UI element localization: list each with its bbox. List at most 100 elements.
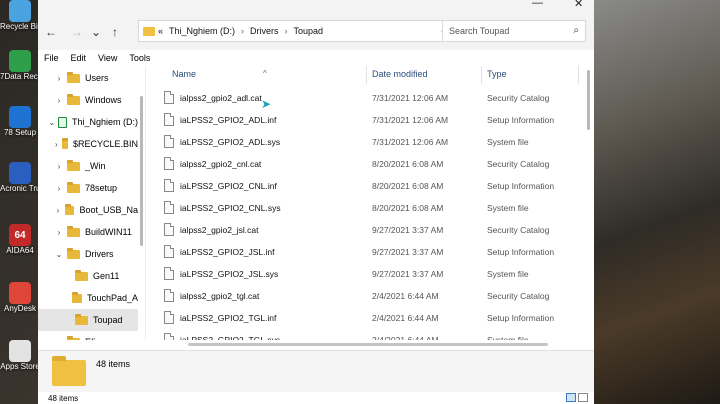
sidebar-item[interactable]: TouchPad_A bbox=[38, 287, 138, 309]
up-button[interactable]: ↑ bbox=[104, 25, 126, 39]
back-button[interactable]: ← bbox=[40, 25, 62, 39]
desktop-icon-label: Acronic True Image 20 bbox=[0, 184, 40, 193]
title-bar: — ✕ bbox=[38, 0, 594, 14]
table-row[interactable]: iaLPSS2_GPIO2_CNL.inf 8/20/2021 6:08 AM Se… bbox=[148, 175, 584, 197]
file-date-modified: 7/31/2021 12:06 AM bbox=[372, 115, 449, 125]
folder-icon bbox=[75, 313, 88, 325]
column-type[interactable]: Type bbox=[487, 69, 507, 79]
table-row[interactable]: iaLPSS2_GPIO2_JSL.sys 9/27/2021 3:37 AM Sy… bbox=[148, 263, 584, 285]
sidebar-item[interactable]: ⌄ Drivers bbox=[38, 243, 138, 265]
chevron-right-icon[interactable]: › bbox=[54, 74, 64, 83]
sidebar-item[interactable]: Toupad bbox=[38, 309, 138, 331]
file-date-modified: 9/27/2021 3:37 AM bbox=[372, 247, 444, 257]
folder-icon bbox=[75, 269, 88, 281]
folder-icon bbox=[67, 71, 80, 83]
sidebar-item[interactable]: › 78setup bbox=[38, 177, 138, 199]
sidebar-item[interactable]: ⌄ Thi_Nghiem (D:) bbox=[38, 111, 138, 133]
sidebar-item-label: Efi bbox=[85, 337, 96, 340]
file-explorer-window: — ✕ ← → ⌄ ↑ « Thi_Nghiem (D:) › Drivers … bbox=[38, 0, 594, 404]
chevron-down-icon[interactable]: ⌄ bbox=[48, 118, 55, 127]
table-row[interactable]: iaLPSS2_GPIO2_ADL.sys 7/31/2021 12:06 AM S… bbox=[148, 131, 584, 153]
column-date-modified[interactable]: Date modified bbox=[372, 69, 428, 79]
sidebar-item[interactable]: Gen11 bbox=[38, 265, 138, 287]
file-type: System file bbox=[487, 203, 529, 213]
sidebar-item[interactable]: › Users bbox=[38, 67, 138, 89]
search-input[interactable]: Search Toupad ⌕ bbox=[442, 20, 586, 42]
sidebar-item[interactable]: › _Win bbox=[38, 155, 138, 177]
anydesk-icon bbox=[9, 282, 31, 304]
minimize-button[interactable]: — bbox=[532, 0, 543, 9]
navigation-pane-scrollbar[interactable] bbox=[138, 66, 146, 340]
file-type: Security Catalog bbox=[487, 93, 550, 103]
search-placeholder: Search Toupad bbox=[449, 26, 510, 36]
desktop-icon[interactable]: Recycle Bin bbox=[0, 0, 40, 32]
sidebar-item[interactable]: › $RECYCLE.BIN bbox=[38, 133, 138, 155]
file-list-vertical-scrollbar[interactable] bbox=[584, 66, 594, 340]
file-date-modified: 9/27/2021 3:37 AM bbox=[372, 225, 444, 235]
address-overflow[interactable]: « bbox=[158, 26, 163, 36]
chevron-right-icon[interactable]: › bbox=[54, 184, 64, 193]
recent-locations-dropdown[interactable]: ⌄ bbox=[88, 25, 104, 39]
breadcrumb-toupad[interactable]: Toupad bbox=[294, 26, 324, 36]
aida64-icon: 64 bbox=[9, 224, 31, 246]
folder-icon bbox=[143, 26, 155, 36]
sidebar-item[interactable]: › Boot_USB_Na bbox=[38, 199, 138, 221]
table-row[interactable]: iaLPSS2_GPIO2_TGL.inf 2/4/2021 6:44 AM Set… bbox=[148, 307, 584, 329]
breadcrumb-drivers[interactable]: Drivers bbox=[250, 26, 279, 36]
file-icon bbox=[164, 135, 174, 148]
table-row[interactable]: iaLPSS2_GPIO2_TGL.sys 2/4/2021 6:44 AM Sys… bbox=[148, 329, 584, 340]
file-type: Setup Information bbox=[487, 181, 555, 191]
desktop-icon[interactable]: Apps Store bbox=[0, 340, 40, 372]
desktop-icon[interactable]: Acronic True Image 20 bbox=[0, 162, 40, 194]
file-type: System file bbox=[487, 137, 529, 147]
column-name[interactable]: Name bbox=[172, 69, 196, 79]
menu-view[interactable]: View bbox=[98, 53, 117, 63]
table-row[interactable]: ialpss2_gpio2_tgl.cat 2/4/2021 6:44 AM Sec… bbox=[148, 285, 584, 307]
desktop-icon[interactable]: AnyDesk bbox=[0, 282, 40, 314]
menu-tools[interactable]: Tools bbox=[129, 53, 150, 63]
column-header-row: ^ Name Date modified Type bbox=[148, 66, 584, 84]
recovery-icon bbox=[9, 50, 31, 72]
breadcrumb-drive[interactable]: Thi_Nghiem (D:) bbox=[169, 26, 235, 36]
address-bar[interactable]: « Thi_Nghiem (D:) › Drivers › Toupad ⌄ ↻ bbox=[138, 20, 474, 42]
menu-bar: File Edit View Tools bbox=[38, 50, 594, 66]
chevron-right-icon[interactable]: › bbox=[54, 206, 62, 215]
sidebar-item[interactable]: › BuildWIN11 bbox=[38, 221, 138, 243]
sidebar-item[interactable]: › Windows bbox=[38, 89, 138, 111]
file-icon bbox=[164, 333, 174, 340]
file-name: iaLPSS2_GPIO2_TGL.inf bbox=[180, 313, 277, 323]
details-view-icon[interactable] bbox=[566, 393, 576, 402]
table-row[interactable]: iaLPSS2_GPIO2_ADL.inf 7/31/2021 12:06 AM S… bbox=[148, 109, 584, 131]
table-row[interactable]: iaLPSS2_GPIO2_JSL.inf 9/27/2021 3:37 AM Se… bbox=[148, 241, 584, 263]
desktop-icon[interactable]: 7Data Recovery bbox=[0, 50, 40, 82]
folder-icon bbox=[72, 291, 82, 303]
chevron-right-icon[interactable]: › bbox=[54, 228, 64, 237]
folder-icon bbox=[67, 335, 80, 340]
file-name: ialpss2_gpio2_cnl.cat bbox=[180, 159, 262, 169]
sidebar-item-label: 78setup bbox=[85, 183, 118, 193]
desktop-icon[interactable]: 64 AIDA64 bbox=[0, 224, 40, 256]
table-row[interactable]: ialpss2_gpio2_jsl.cat 9/27/2021 3:37 AM Se… bbox=[148, 219, 584, 241]
file-icon bbox=[164, 289, 174, 302]
chevron-right-icon[interactable]: › bbox=[54, 140, 59, 149]
large-icons-view-icon[interactable] bbox=[578, 393, 588, 402]
sidebar-item-label: Toupad bbox=[93, 315, 123, 325]
file-date-modified: 8/20/2021 6:08 AM bbox=[372, 181, 444, 191]
table-row[interactable]: ialpss2_gpio2_cnl.cat 8/20/2021 6:08 AM Se… bbox=[148, 153, 584, 175]
file-list-horizontal-scrollbar[interactable] bbox=[148, 340, 584, 350]
table-row[interactable]: iaLPSS2_GPIO2_CNL.sys 8/20/2021 6:08 AM Sy… bbox=[148, 197, 584, 219]
close-button[interactable]: ✕ bbox=[574, 0, 583, 10]
desktop-icon[interactable]: 78 Setup bbox=[0, 106, 40, 138]
sidebar-item[interactable]: › Efi bbox=[38, 331, 138, 340]
menu-file[interactable]: File bbox=[44, 53, 59, 63]
folder-icon bbox=[61, 137, 68, 149]
chevron-down-icon[interactable]: ⌄ bbox=[54, 250, 64, 259]
menu-edit[interactable]: Edit bbox=[71, 53, 87, 63]
table-row[interactable]: ialpss2_gpio2_adl.cat 7/31/2021 12:06 AM S… bbox=[148, 87, 584, 109]
chevron-right-icon[interactable]: › bbox=[54, 96, 64, 105]
folder-icon bbox=[67, 247, 80, 259]
forward-button[interactable]: → bbox=[66, 25, 88, 39]
chevron-right-icon[interactable]: › bbox=[54, 162, 64, 171]
chevron-right-icon: › bbox=[241, 26, 245, 36]
chevron-right-icon[interactable]: › bbox=[54, 338, 64, 341]
